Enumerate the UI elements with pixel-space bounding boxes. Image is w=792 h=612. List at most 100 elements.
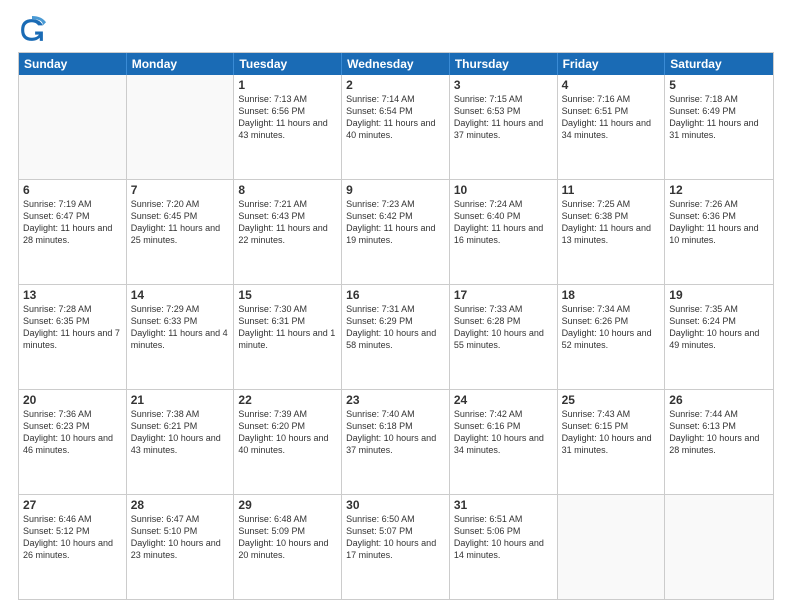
calendar-cell: 4Sunrise: 7:16 AM Sunset: 6:51 PM Daylig…: [558, 75, 666, 179]
day-info: Sunrise: 6:51 AM Sunset: 5:06 PM Dayligh…: [454, 513, 553, 562]
day-number: 3: [454, 78, 553, 92]
day-number: 27: [23, 498, 122, 512]
day-number: 26: [669, 393, 769, 407]
day-number: 8: [238, 183, 337, 197]
day-number: 1: [238, 78, 337, 92]
day-number: 14: [131, 288, 230, 302]
logo-icon: [18, 16, 46, 44]
day-number: 29: [238, 498, 337, 512]
calendar-cell: 25Sunrise: 7:43 AM Sunset: 6:15 PM Dayli…: [558, 390, 666, 494]
day-info: Sunrise: 7:19 AM Sunset: 6:47 PM Dayligh…: [23, 198, 122, 247]
calendar-cell: 27Sunrise: 6:46 AM Sunset: 5:12 PM Dayli…: [19, 495, 127, 599]
calendar-cell: 13Sunrise: 7:28 AM Sunset: 6:35 PM Dayli…: [19, 285, 127, 389]
calendar-row: 27Sunrise: 6:46 AM Sunset: 5:12 PM Dayli…: [19, 494, 773, 599]
calendar: SundayMondayTuesdayWednesdayThursdayFrid…: [18, 52, 774, 600]
page: SundayMondayTuesdayWednesdayThursdayFrid…: [0, 0, 792, 612]
day-number: 18: [562, 288, 661, 302]
calendar-cell: 24Sunrise: 7:42 AM Sunset: 6:16 PM Dayli…: [450, 390, 558, 494]
day-info: Sunrise: 7:20 AM Sunset: 6:45 PM Dayligh…: [131, 198, 230, 247]
day-number: 25: [562, 393, 661, 407]
header: [18, 16, 774, 44]
day-info: Sunrise: 7:28 AM Sunset: 6:35 PM Dayligh…: [23, 303, 122, 352]
logo: [18, 16, 50, 44]
day-info: Sunrise: 7:33 AM Sunset: 6:28 PM Dayligh…: [454, 303, 553, 352]
day-info: Sunrise: 7:25 AM Sunset: 6:38 PM Dayligh…: [562, 198, 661, 247]
calendar-body: 1Sunrise: 7:13 AM Sunset: 6:56 PM Daylig…: [19, 75, 773, 599]
calendar-cell: 29Sunrise: 6:48 AM Sunset: 5:09 PM Dayli…: [234, 495, 342, 599]
day-number: 7: [131, 183, 230, 197]
day-number: 22: [238, 393, 337, 407]
weekday-header: Thursday: [450, 53, 558, 75]
day-info: Sunrise: 7:44 AM Sunset: 6:13 PM Dayligh…: [669, 408, 769, 457]
calendar-cell: 10Sunrise: 7:24 AM Sunset: 6:40 PM Dayli…: [450, 180, 558, 284]
calendar-cell: [127, 75, 235, 179]
calendar-row: 6Sunrise: 7:19 AM Sunset: 6:47 PM Daylig…: [19, 179, 773, 284]
weekday-header: Sunday: [19, 53, 127, 75]
calendar-cell: 7Sunrise: 7:20 AM Sunset: 6:45 PM Daylig…: [127, 180, 235, 284]
day-info: Sunrise: 7:13 AM Sunset: 6:56 PM Dayligh…: [238, 93, 337, 142]
day-info: Sunrise: 6:48 AM Sunset: 5:09 PM Dayligh…: [238, 513, 337, 562]
calendar-cell: 23Sunrise: 7:40 AM Sunset: 6:18 PM Dayli…: [342, 390, 450, 494]
weekday-header: Tuesday: [234, 53, 342, 75]
day-number: 9: [346, 183, 445, 197]
day-info: Sunrise: 7:15 AM Sunset: 6:53 PM Dayligh…: [454, 93, 553, 142]
day-number: 17: [454, 288, 553, 302]
day-info: Sunrise: 7:38 AM Sunset: 6:21 PM Dayligh…: [131, 408, 230, 457]
day-info: Sunrise: 7:35 AM Sunset: 6:24 PM Dayligh…: [669, 303, 769, 352]
calendar-cell: [19, 75, 127, 179]
day-number: 11: [562, 183, 661, 197]
day-info: Sunrise: 7:34 AM Sunset: 6:26 PM Dayligh…: [562, 303, 661, 352]
day-info: Sunrise: 7:39 AM Sunset: 6:20 PM Dayligh…: [238, 408, 337, 457]
calendar-row: 1Sunrise: 7:13 AM Sunset: 6:56 PM Daylig…: [19, 75, 773, 179]
calendar-cell: 19Sunrise: 7:35 AM Sunset: 6:24 PM Dayli…: [665, 285, 773, 389]
day-number: 5: [669, 78, 769, 92]
day-info: Sunrise: 6:46 AM Sunset: 5:12 PM Dayligh…: [23, 513, 122, 562]
day-number: 15: [238, 288, 337, 302]
calendar-row: 13Sunrise: 7:28 AM Sunset: 6:35 PM Dayli…: [19, 284, 773, 389]
day-number: 20: [23, 393, 122, 407]
day-info: Sunrise: 7:16 AM Sunset: 6:51 PM Dayligh…: [562, 93, 661, 142]
calendar-cell: 22Sunrise: 7:39 AM Sunset: 6:20 PM Dayli…: [234, 390, 342, 494]
day-info: Sunrise: 6:50 AM Sunset: 5:07 PM Dayligh…: [346, 513, 445, 562]
day-info: Sunrise: 7:31 AM Sunset: 6:29 PM Dayligh…: [346, 303, 445, 352]
calendar-cell: 11Sunrise: 7:25 AM Sunset: 6:38 PM Dayli…: [558, 180, 666, 284]
calendar-header: SundayMondayTuesdayWednesdayThursdayFrid…: [19, 53, 773, 75]
calendar-cell: 20Sunrise: 7:36 AM Sunset: 6:23 PM Dayli…: [19, 390, 127, 494]
weekday-header: Saturday: [665, 53, 773, 75]
day-number: 28: [131, 498, 230, 512]
calendar-cell: 9Sunrise: 7:23 AM Sunset: 6:42 PM Daylig…: [342, 180, 450, 284]
calendar-cell: 1Sunrise: 7:13 AM Sunset: 6:56 PM Daylig…: [234, 75, 342, 179]
calendar-cell: 12Sunrise: 7:26 AM Sunset: 6:36 PM Dayli…: [665, 180, 773, 284]
calendar-cell: 2Sunrise: 7:14 AM Sunset: 6:54 PM Daylig…: [342, 75, 450, 179]
day-info: Sunrise: 7:21 AM Sunset: 6:43 PM Dayligh…: [238, 198, 337, 247]
day-info: Sunrise: 7:40 AM Sunset: 6:18 PM Dayligh…: [346, 408, 445, 457]
calendar-cell: 8Sunrise: 7:21 AM Sunset: 6:43 PM Daylig…: [234, 180, 342, 284]
day-info: Sunrise: 7:24 AM Sunset: 6:40 PM Dayligh…: [454, 198, 553, 247]
calendar-cell: 17Sunrise: 7:33 AM Sunset: 6:28 PM Dayli…: [450, 285, 558, 389]
calendar-cell: 15Sunrise: 7:30 AM Sunset: 6:31 PM Dayli…: [234, 285, 342, 389]
day-number: 30: [346, 498, 445, 512]
day-info: Sunrise: 7:23 AM Sunset: 6:42 PM Dayligh…: [346, 198, 445, 247]
weekday-header: Monday: [127, 53, 235, 75]
day-number: 10: [454, 183, 553, 197]
day-number: 16: [346, 288, 445, 302]
day-number: 21: [131, 393, 230, 407]
day-number: 4: [562, 78, 661, 92]
day-number: 23: [346, 393, 445, 407]
weekday-header: Friday: [558, 53, 666, 75]
calendar-cell: 26Sunrise: 7:44 AM Sunset: 6:13 PM Dayli…: [665, 390, 773, 494]
day-number: 24: [454, 393, 553, 407]
calendar-cell: [558, 495, 666, 599]
day-info: Sunrise: 6:47 AM Sunset: 5:10 PM Dayligh…: [131, 513, 230, 562]
day-info: Sunrise: 7:36 AM Sunset: 6:23 PM Dayligh…: [23, 408, 122, 457]
calendar-cell: [665, 495, 773, 599]
calendar-cell: 3Sunrise: 7:15 AM Sunset: 6:53 PM Daylig…: [450, 75, 558, 179]
calendar-cell: 16Sunrise: 7:31 AM Sunset: 6:29 PM Dayli…: [342, 285, 450, 389]
day-info: Sunrise: 7:30 AM Sunset: 6:31 PM Dayligh…: [238, 303, 337, 352]
calendar-cell: 6Sunrise: 7:19 AM Sunset: 6:47 PM Daylig…: [19, 180, 127, 284]
day-info: Sunrise: 7:29 AM Sunset: 6:33 PM Dayligh…: [131, 303, 230, 352]
calendar-cell: 18Sunrise: 7:34 AM Sunset: 6:26 PM Dayli…: [558, 285, 666, 389]
calendar-cell: 31Sunrise: 6:51 AM Sunset: 5:06 PM Dayli…: [450, 495, 558, 599]
calendar-cell: 30Sunrise: 6:50 AM Sunset: 5:07 PM Dayli…: [342, 495, 450, 599]
day-info: Sunrise: 7:18 AM Sunset: 6:49 PM Dayligh…: [669, 93, 769, 142]
